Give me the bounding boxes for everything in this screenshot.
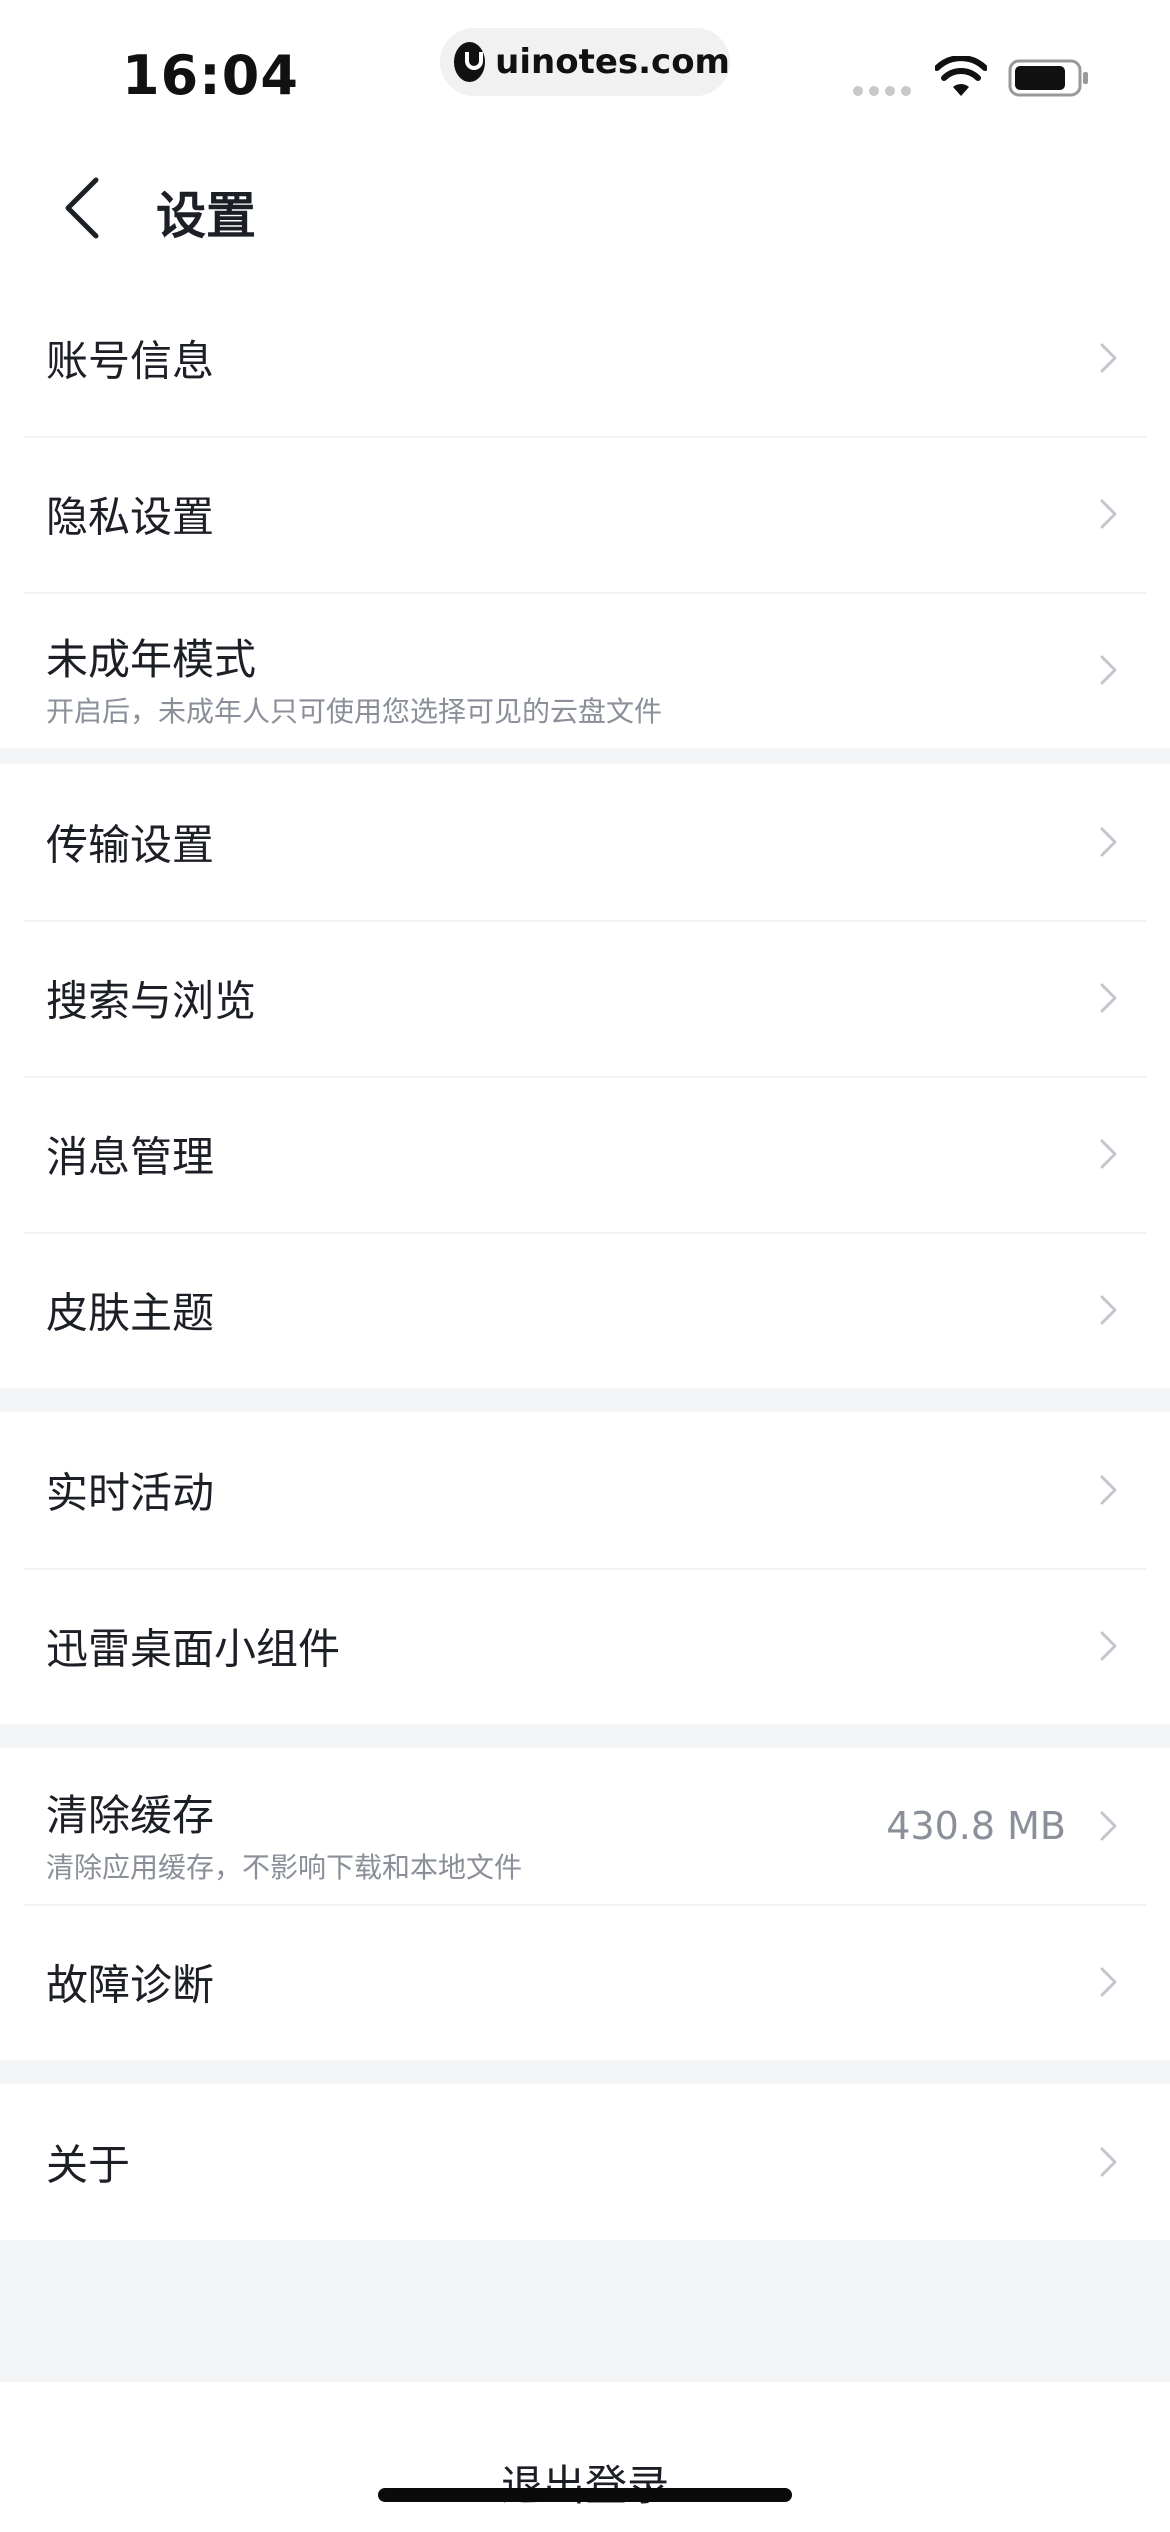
settings-item-clear-cache[interactable]: 清除缓存 清除应用缓存，不影响下载和本地文件 430.8 MB	[0, 1748, 1170, 1904]
chevron-right-icon	[1100, 343, 1117, 373]
item-subtitle: 开启后，未成年人只可使用您选择可见的云盘文件	[46, 695, 663, 728]
chevron-right-icon	[1100, 1295, 1117, 1325]
status-time: 16:04	[122, 44, 299, 107]
chevron-right-icon	[1100, 1631, 1117, 1661]
nav-bar: 设置	[0, 140, 1170, 280]
settings-item-transfer[interactable]: 传输设置	[0, 764, 1170, 920]
item-title: 消息管理	[46, 1132, 215, 1182]
url-pill: uinotes.com	[440, 28, 730, 96]
settings-item-about[interactable]: 关于	[0, 2084, 1170, 2240]
item-title: 传输设置	[46, 820, 215, 870]
item-title: 故障诊断	[46, 1960, 215, 2010]
chevron-left-icon[interactable]	[60, 176, 108, 240]
url-text: uinotes.com	[495, 42, 730, 82]
settings-page: 16:04 uinotes.com 设置 账号信息 隐私设置 未成年模式 开启后…	[0, 0, 1170, 2532]
home-indicator	[378, 2488, 792, 2502]
wifi-icon	[935, 56, 987, 96]
item-title: 账号信息	[46, 336, 215, 386]
logout-label: 退出登录	[500, 2461, 669, 2510]
item-title: 实时活动	[46, 1468, 215, 1518]
settings-group-account: 账号信息 隐私设置 未成年模式 开启后，未成年人只可使用您选择可见的云盘文件	[0, 280, 1170, 748]
chevron-right-icon	[1100, 1811, 1117, 1841]
settings-item-messages[interactable]: 消息管理	[0, 1076, 1170, 1232]
settings-item-theme[interactable]: 皮肤主题	[0, 1232, 1170, 1388]
signal-icon	[853, 86, 911, 96]
logout-button[interactable]: 退出登录	[0, 2382, 1170, 2532]
chevron-right-icon	[1100, 1475, 1117, 1505]
settings-item-privacy[interactable]: 隐私设置	[0, 436, 1170, 592]
item-title: 清除缓存	[46, 1791, 215, 1840]
item-title: 搜索与浏览	[46, 976, 257, 1026]
settings-item-account-info[interactable]: 账号信息	[0, 280, 1170, 436]
item-title: 迅雷桌面小组件	[46, 1624, 341, 1674]
settings-group-widgets: 实时活动 迅雷桌面小组件	[0, 1412, 1170, 1724]
settings-group-about: 关于	[0, 2084, 1170, 2240]
item-title: 关于	[46, 2140, 131, 2190]
uinotes-logo-icon	[454, 42, 486, 82]
item-title: 未成年模式	[46, 635, 257, 684]
chevron-right-icon	[1100, 499, 1117, 529]
settings-group-storage: 清除缓存 清除应用缓存，不影响下载和本地文件 430.8 MB 故障诊断	[0, 1748, 1170, 2060]
chevron-right-icon	[1100, 655, 1117, 685]
chevron-right-icon	[1100, 983, 1117, 1013]
chevron-right-icon	[1100, 2147, 1117, 2177]
page-title: 设置	[156, 187, 256, 245]
chevron-right-icon	[1100, 827, 1117, 857]
item-subtitle: 清除应用缓存，不影响下载和本地文件	[46, 1851, 523, 1884]
settings-item-search-browse[interactable]: 搜索与浏览	[0, 920, 1170, 1076]
chevron-right-icon	[1100, 1967, 1117, 1997]
settings-item-minor-mode[interactable]: 未成年模式 开启后，未成年人只可使用您选择可见的云盘文件	[0, 592, 1170, 748]
settings-item-live-activity[interactable]: 实时活动	[0, 1412, 1170, 1568]
item-title: 皮肤主题	[46, 1288, 215, 1338]
settings-group-general: 传输设置 搜索与浏览 消息管理 皮肤主题	[0, 764, 1170, 1388]
settings-item-diagnostics[interactable]: 故障诊断	[0, 1904, 1170, 2060]
status-bar: 16:04 uinotes.com	[0, 0, 1170, 140]
settings-item-desktop-widget[interactable]: 迅雷桌面小组件	[0, 1568, 1170, 1724]
item-title: 隐私设置	[46, 492, 215, 542]
chevron-right-icon	[1100, 1139, 1117, 1169]
battery-icon	[1008, 59, 1088, 97]
cache-size-value: 430.8 MB	[886, 1804, 1066, 1848]
